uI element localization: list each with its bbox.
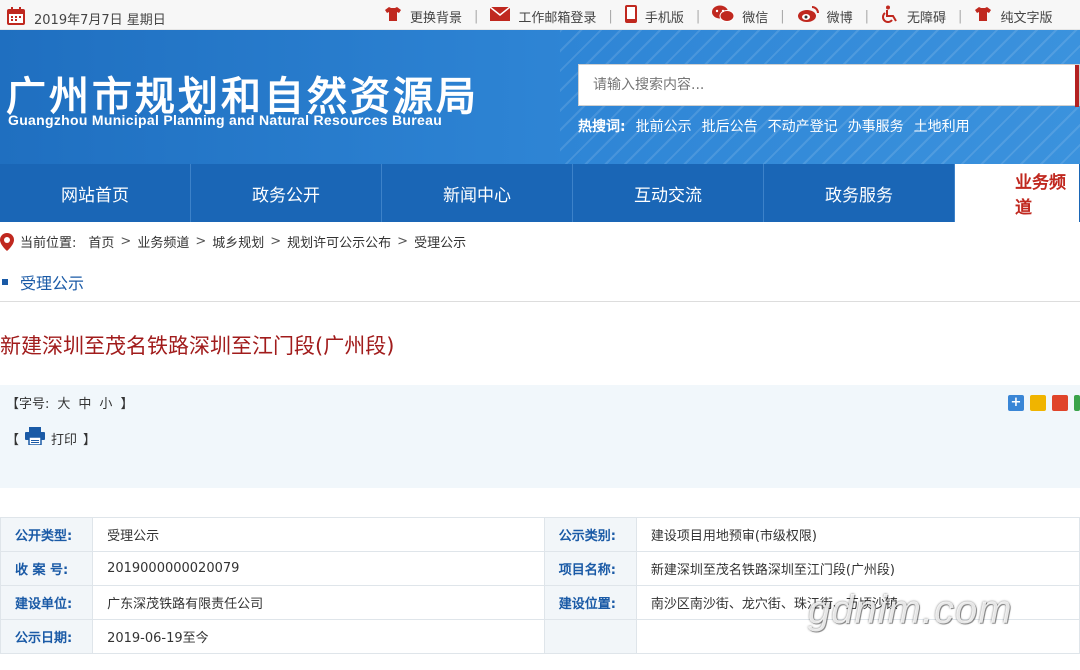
location-pin-icon — [0, 232, 14, 251]
font-size-large[interactable]: 大 — [57, 393, 70, 412]
hot-word[interactable]: 批后公告 — [702, 116, 758, 136]
construction-unit-value: 广东深茂铁路有限责任公司 — [92, 585, 545, 620]
hot-word[interactable]: 土地利用 — [914, 116, 970, 136]
breadcrumb-urban-planning[interactable]: 城乡规划 — [212, 232, 264, 251]
table-row: 公开类型: 受理公示 公示类别: 建设项目用地预审(市级权限) — [0, 517, 1080, 552]
project-info-table: 公开类型: 受理公示 公示类别: 建设项目用地预审(市级权限) 收 案 号: 2… — [0, 517, 1080, 654]
nav-business-channel[interactable]: 业务频道 — [955, 164, 1079, 222]
section-title: 受理公示 — [20, 273, 85, 293]
top-links: 更换背景 | 工作邮箱登录 | 手机版 | 微信 | 微博 | 无障碍 | 纯文… — [384, 5, 1052, 27]
section-header: 受理公示 — [0, 262, 1080, 302]
article-title: 新建深圳至茂名铁路深圳至江门段(广州段) — [0, 334, 395, 358]
main-nav: 网站首页 政务公开 新闻中心 互动交流 政务服务 业务频道 — [0, 164, 1080, 222]
construction-location-label: 建设位置: — [543, 585, 637, 620]
change-background-link[interactable]: 更换背景 — [384, 6, 462, 26]
watermark: gdnim.com — [808, 588, 1013, 632]
nav-government-affairs[interactable]: 政务公开 — [191, 164, 382, 222]
weibo-icon — [797, 5, 819, 27]
site-title-english: Guangzhou Municipal Planning and Natural… — [8, 112, 443, 128]
share-qzone-icon[interactable] — [1030, 395, 1046, 411]
share-more-icon[interactable] — [1074, 395, 1080, 411]
share-icons: + — [1008, 395, 1080, 411]
phone-icon — [624, 5, 637, 27]
breadcrumb-label: 当前位置: — [20, 236, 77, 251]
hot-word[interactable]: 办事服务 — [848, 116, 904, 136]
case-number-label: 收 案 号: — [0, 551, 94, 586]
nav-home[interactable]: 网站首页 — [0, 164, 191, 222]
hot-word[interactable]: 批前公示 — [636, 116, 692, 136]
wheelchair-icon — [881, 5, 899, 27]
work-email-link[interactable]: 工作邮箱登录 — [489, 6, 596, 26]
project-name-value: 新建深圳至茂名铁路深圳至江门段(广州段) — [635, 551, 1080, 586]
article-tools: 【字号: 大 中 小 】 【 打印 】 + — [0, 385, 1080, 488]
empty-label — [543, 619, 637, 654]
search-input[interactable] — [579, 65, 1079, 105]
wechat-icon — [712, 5, 735, 27]
date-text: 2019年7月7日 星期日 — [34, 12, 166, 28]
share-weibo-icon[interactable] — [1052, 395, 1068, 411]
disclosure-type-value: 受理公示 — [92, 517, 545, 552]
breadcrumb-business[interactable]: 业务频道 — [137, 232, 189, 251]
disclosure-type-label: 公开类型: — [0, 517, 94, 552]
notice-date-value: 2019-06-19至今 — [92, 619, 545, 654]
bullet-icon — [2, 278, 8, 285]
construction-unit-label: 建设单位: — [0, 585, 94, 620]
breadcrumb-permit-notice[interactable]: 规划许可公示公布 — [287, 232, 391, 251]
accessibility-link[interactable]: 无障碍 — [881, 5, 946, 27]
breadcrumb-acceptance-notice[interactable]: 受理公示 — [414, 232, 466, 251]
hot-search-words: 热搜词: 批前公示 批后公告 不动产登记 办事服务 土地利用 — [578, 116, 970, 136]
share-plus-icon[interactable]: + — [1008, 395, 1024, 411]
search-button[interactable] — [1075, 65, 1079, 107]
notice-category-value: 建设项目用地预审(市级权限) — [635, 517, 1080, 552]
search-box — [578, 64, 1080, 107]
text-only-link[interactable]: 纯文字版 — [974, 6, 1052, 26]
font-size-medium[interactable]: 中 — [78, 393, 91, 412]
wechat-link[interactable]: 微信 — [712, 5, 768, 27]
print-button[interactable]: 【 打印 】 — [6, 427, 96, 449]
notice-date-label: 公示日期: — [0, 619, 94, 654]
envelope-icon — [489, 6, 511, 25]
font-size-small[interactable]: 小 — [99, 393, 112, 412]
nav-news-center[interactable]: 新闻中心 — [382, 164, 573, 222]
nav-interaction[interactable]: 互动交流 — [573, 164, 764, 222]
notice-category-label: 公示类别: — [543, 517, 637, 552]
shirt-icon — [974, 6, 992, 26]
table-row: 收 案 号: 2019000000020079 项目名称: 新建深圳至茂名铁路深… — [0, 551, 1080, 586]
date-display: 2019年7月7日 星期日 — [6, 6, 166, 30]
printer-icon — [25, 427, 46, 449]
project-name-label: 项目名称: — [543, 551, 637, 586]
breadcrumb-home[interactable]: 首页 — [88, 232, 114, 251]
nav-government-services[interactable]: 政务服务 — [764, 164, 955, 222]
case-number-value: 2019000000020079 — [92, 551, 545, 586]
top-bar: 2019年7月7日 星期日 更换背景 | 工作邮箱登录 | 手机版 | 微信 |… — [0, 0, 1080, 30]
font-size-selector: 【字号: 大 中 小 】 — [6, 393, 133, 412]
calendar-icon — [6, 6, 26, 30]
hot-search-label: 热搜词: — [578, 119, 626, 135]
weibo-link[interactable]: 微博 — [797, 5, 853, 27]
mobile-version-link[interactable]: 手机版 — [624, 5, 684, 27]
hot-word[interactable]: 不动产登记 — [768, 116, 838, 136]
site-header: 广州市规划和自然资源局 Guangzhou Municipal Planning… — [0, 30, 1080, 164]
shirt-icon — [384, 6, 402, 26]
breadcrumb: 当前位置: 首页 > 业务频道 > 城乡规划 > 规划许可公示公布 > 受理公示 — [0, 232, 466, 251]
